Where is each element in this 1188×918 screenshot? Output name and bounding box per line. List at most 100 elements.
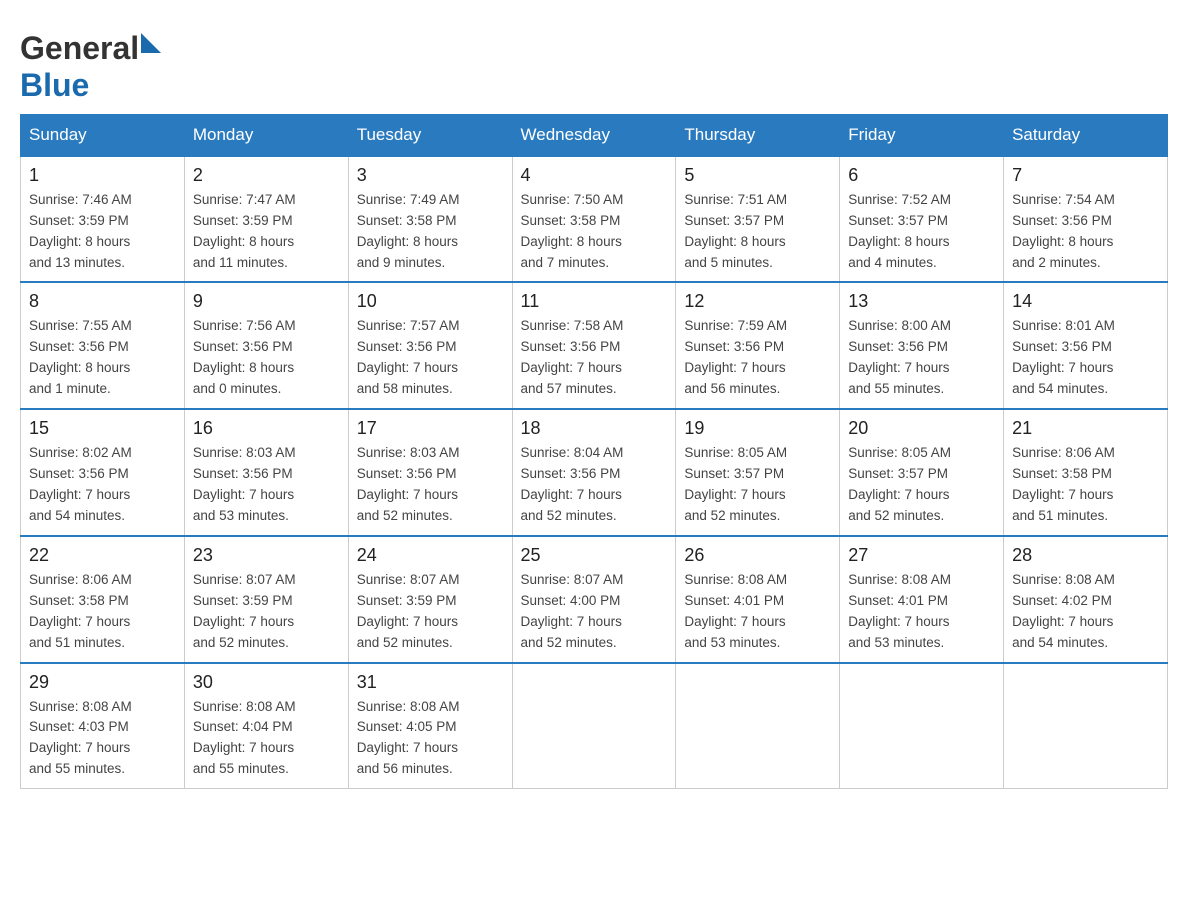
calendar-cell — [840, 663, 1004, 789]
calendar-cell: 28 Sunrise: 8:08 AM Sunset: 4:02 PM Dayli… — [1004, 536, 1168, 663]
calendar-cell: 29 Sunrise: 8:08 AM Sunset: 4:03 PM Dayli… — [21, 663, 185, 789]
calendar-week-2: 8 Sunrise: 7:55 AM Sunset: 3:56 PM Daylig… — [21, 282, 1168, 409]
day-info: Sunrise: 8:08 AM Sunset: 4:04 PM Dayligh… — [193, 697, 340, 781]
day-number: 29 — [29, 672, 176, 693]
calendar-week-4: 22Sunrise: 8:06 AM Sunset: 3:58 PM Dayli… — [21, 536, 1168, 663]
day-number: 20 — [848, 418, 995, 439]
calendar-table: SundayMondayTuesdayWednesdayThursdayFrid… — [20, 114, 1168, 789]
day-info: Sunrise: 7:49 AM Sunset: 3:58 PM Dayligh… — [357, 190, 504, 274]
day-number: 11 — [521, 291, 668, 312]
calendar-cell: 22Sunrise: 8:06 AM Sunset: 3:58 PM Dayli… — [21, 536, 185, 663]
calendar-cell: 3Sunrise: 7:49 AM Sunset: 3:58 PM Daylig… — [348, 156, 512, 283]
day-info: Sunrise: 7:55 AM Sunset: 3:56 PM Dayligh… — [29, 316, 176, 400]
day-info: Sunrise: 8:07 AM Sunset: 3:59 PM Dayligh… — [193, 570, 340, 654]
calendar-cell: 7 Sunrise: 7:54 AM Sunset: 3:56 PM Daylig… — [1004, 156, 1168, 283]
day-info: Sunrise: 8:08 AM Sunset: 4:01 PM Dayligh… — [848, 570, 995, 654]
calendar-week-5: 29 Sunrise: 8:08 AM Sunset: 4:03 PM Dayli… — [21, 663, 1168, 789]
calendar-cell: 23 Sunrise: 8:07 AM Sunset: 3:59 PM Dayli… — [184, 536, 348, 663]
day-header-monday: Monday — [184, 114, 348, 156]
calendar-cell: 26Sunrise: 8:08 AM Sunset: 4:01 PM Dayli… — [676, 536, 840, 663]
calendar-cell: 1 Sunrise: 7:46 AM Sunset: 3:59 PM Daylig… — [21, 156, 185, 283]
day-number: 14 — [1012, 291, 1159, 312]
day-info: Sunrise: 8:05 AM Sunset: 3:57 PM Dayligh… — [848, 443, 995, 527]
day-number: 4 — [521, 165, 668, 186]
day-info: Sunrise: 8:03 AM Sunset: 3:56 PM Dayligh… — [193, 443, 340, 527]
day-info: Sunrise: 8:08 AM Sunset: 4:02 PM Dayligh… — [1012, 570, 1159, 654]
day-header-thursday: Thursday — [676, 114, 840, 156]
day-info: Sunrise: 8:06 AM Sunset: 3:58 PM Dayligh… — [1012, 443, 1159, 527]
calendar-cell — [1004, 663, 1168, 789]
day-header-sunday: Sunday — [21, 114, 185, 156]
logo-general-text: General — [20, 30, 139, 66]
day-info: Sunrise: 7:54 AM Sunset: 3:56 PM Dayligh… — [1012, 190, 1159, 274]
calendar-cell: 31 Sunrise: 8:08 AM Sunset: 4:05 PM Dayli… — [348, 663, 512, 789]
day-info: Sunrise: 7:57 AM Sunset: 3:56 PM Dayligh… — [357, 316, 504, 400]
day-number: 17 — [357, 418, 504, 439]
day-number: 12 — [684, 291, 831, 312]
day-number: 18 — [521, 418, 668, 439]
logo-blue-text: Blue — [20, 67, 89, 103]
calendar-cell: 17 Sunrise: 8:03 AM Sunset: 3:56 PM Dayli… — [348, 409, 512, 536]
day-info: Sunrise: 8:06 AM Sunset: 3:58 PM Dayligh… — [29, 570, 176, 654]
calendar-cell: 19 Sunrise: 8:05 AM Sunset: 3:57 PM Dayli… — [676, 409, 840, 536]
calendar-cell: 25 Sunrise: 8:07 AM Sunset: 4:00 PM Dayli… — [512, 536, 676, 663]
day-number: 7 — [1012, 165, 1159, 186]
day-number: 1 — [29, 165, 176, 186]
day-number: 5 — [684, 165, 831, 186]
calendar-cell: 10 Sunrise: 7:57 AM Sunset: 3:56 PM Dayli… — [348, 282, 512, 409]
calendar-cell: 6 Sunrise: 7:52 AM Sunset: 3:57 PM Daylig… — [840, 156, 1004, 283]
day-info: Sunrise: 7:59 AM Sunset: 3:56 PM Dayligh… — [684, 316, 831, 400]
logo-arrow-icon — [141, 33, 161, 53]
day-header-friday: Friday — [840, 114, 1004, 156]
day-info: Sunrise: 7:58 AM Sunset: 3:56 PM Dayligh… — [521, 316, 668, 400]
calendar-cell: 14 Sunrise: 8:01 AM Sunset: 3:56 PM Dayli… — [1004, 282, 1168, 409]
day-number: 25 — [521, 545, 668, 566]
calendar-cell: 18 Sunrise: 8:04 AM Sunset: 3:56 PM Dayli… — [512, 409, 676, 536]
day-info: Sunrise: 8:00 AM Sunset: 3:56 PM Dayligh… — [848, 316, 995, 400]
calendar-cell: 16 Sunrise: 8:03 AM Sunset: 3:56 PM Dayli… — [184, 409, 348, 536]
calendar-cell: 30Sunrise: 8:08 AM Sunset: 4:04 PM Dayli… — [184, 663, 348, 789]
day-info: Sunrise: 8:04 AM Sunset: 3:56 PM Dayligh… — [521, 443, 668, 527]
day-number: 9 — [193, 291, 340, 312]
day-number: 31 — [357, 672, 504, 693]
calendar-week-3: 15 Sunrise: 8:02 AM Sunset: 3:56 PM Dayli… — [21, 409, 1168, 536]
day-info: Sunrise: 8:02 AM Sunset: 3:56 PM Dayligh… — [29, 443, 176, 527]
day-info: Sunrise: 8:08 AM Sunset: 4:05 PM Dayligh… — [357, 697, 504, 781]
day-number: 23 — [193, 545, 340, 566]
day-number: 27 — [848, 545, 995, 566]
calendar-cell: 20 Sunrise: 8:05 AM Sunset: 3:57 PM Dayli… — [840, 409, 1004, 536]
day-number: 10 — [357, 291, 504, 312]
day-info: Sunrise: 8:05 AM Sunset: 3:57 PM Dayligh… — [684, 443, 831, 527]
day-number: 8 — [29, 291, 176, 312]
calendar-cell: 8 Sunrise: 7:55 AM Sunset: 3:56 PM Daylig… — [21, 282, 185, 409]
day-info: Sunrise: 7:51 AM Sunset: 3:57 PM Dayligh… — [684, 190, 831, 274]
calendar-cell: 13Sunrise: 8:00 AM Sunset: 3:56 PM Dayli… — [840, 282, 1004, 409]
day-info: Sunrise: 7:56 AM Sunset: 3:56 PM Dayligh… — [193, 316, 340, 400]
day-header-tuesday: Tuesday — [348, 114, 512, 156]
day-info: Sunrise: 8:03 AM Sunset: 3:56 PM Dayligh… — [357, 443, 504, 527]
day-info: Sunrise: 7:47 AM Sunset: 3:59 PM Dayligh… — [193, 190, 340, 274]
calendar-cell: 27 Sunrise: 8:08 AM Sunset: 4:01 PM Dayli… — [840, 536, 1004, 663]
day-number: 6 — [848, 165, 995, 186]
calendar-cell: 4 Sunrise: 7:50 AM Sunset: 3:58 PM Daylig… — [512, 156, 676, 283]
day-number: 15 — [29, 418, 176, 439]
day-number: 19 — [684, 418, 831, 439]
day-info: Sunrise: 8:07 AM Sunset: 3:59 PM Dayligh… — [357, 570, 504, 654]
day-number: 16 — [193, 418, 340, 439]
day-number: 21 — [1012, 418, 1159, 439]
day-info: Sunrise: 8:07 AM Sunset: 4:00 PM Dayligh… — [521, 570, 668, 654]
calendar-cell: 21 Sunrise: 8:06 AM Sunset: 3:58 PM Dayli… — [1004, 409, 1168, 536]
calendar-cell: 11 Sunrise: 7:58 AM Sunset: 3:56 PM Dayli… — [512, 282, 676, 409]
logo: General Blue — [20, 30, 161, 104]
day-info: Sunrise: 7:52 AM Sunset: 3:57 PM Dayligh… — [848, 190, 995, 274]
calendar-cell: 9 Sunrise: 7:56 AM Sunset: 3:56 PM Daylig… — [184, 282, 348, 409]
day-info: Sunrise: 7:50 AM Sunset: 3:58 PM Dayligh… — [521, 190, 668, 274]
day-number: 28 — [1012, 545, 1159, 566]
day-number: 2 — [193, 165, 340, 186]
day-info: Sunrise: 8:08 AM Sunset: 4:03 PM Dayligh… — [29, 697, 176, 781]
day-header-wednesday: Wednesday — [512, 114, 676, 156]
calendar-cell: 2 Sunrise: 7:47 AM Sunset: 3:59 PM Daylig… — [184, 156, 348, 283]
day-number: 26 — [684, 545, 831, 566]
day-info: Sunrise: 7:46 AM Sunset: 3:59 PM Dayligh… — [29, 190, 176, 274]
day-info: Sunrise: 8:01 AM Sunset: 3:56 PM Dayligh… — [1012, 316, 1159, 400]
